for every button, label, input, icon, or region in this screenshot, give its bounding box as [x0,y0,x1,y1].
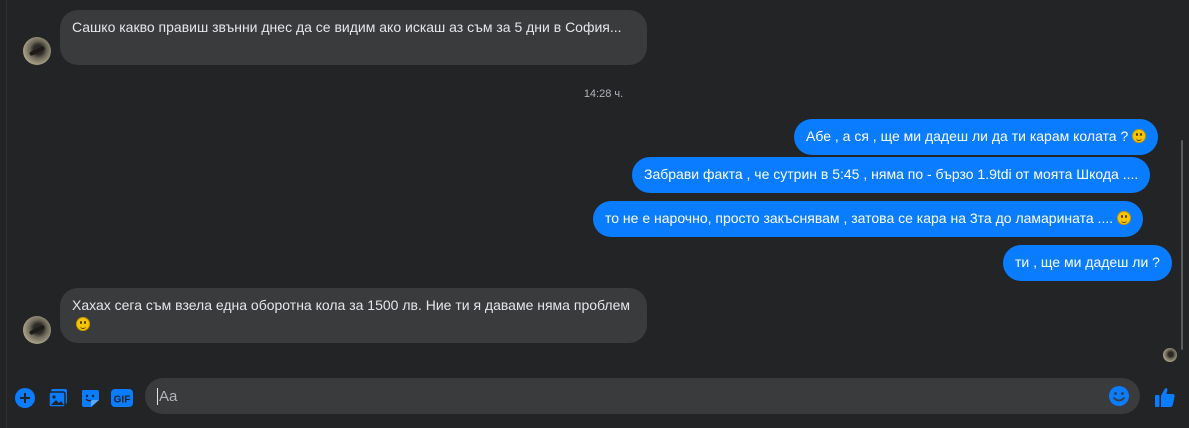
scrollbar-thumb[interactable] [1181,140,1183,350]
contact-avatar[interactable] [23,316,51,344]
seen-receipt-avatar [1163,348,1177,362]
attach-photo-button[interactable] [47,387,69,409]
outgoing-message-bubble[interactable]: то не е нарочно, просто закъснявам , зат… [593,201,1144,237]
gif-icon: GIF [111,389,133,407]
message-text: то не е нарочно, просто закъснявам , зат… [605,210,1114,226]
outgoing-message-bubble[interactable]: Забрави факта , че сутрин в 5:45 , няма … [632,157,1151,193]
outgoing-message-bubble[interactable]: Абе , а ся , ще ми дадеш ли да ти карам … [794,119,1159,155]
smile-emoji-icon [76,317,90,331]
more-actions-button[interactable] [14,387,36,409]
message-text: Абе , а ся , ще ми дадеш ли да ти карам … [806,128,1129,144]
gif-button[interactable]: GIF [111,387,133,409]
message-input-container[interactable] [145,378,1140,414]
message-text: Забрави факта , че сутрин в 5:45 , няма … [644,166,1139,182]
message-input[interactable] [157,387,1089,405]
incoming-message-bubble[interactable]: Сашко какво правиш звънни днес да се вид… [60,10,647,65]
message-timestamp: 14:28 ч. [583,88,624,100]
incoming-message-bubble[interactable]: Хахах сега съм взела една оборотна кола … [60,288,647,343]
smiley-icon [1109,386,1129,406]
message-text: ти , ще ми дадеш ли ? [1015,254,1160,270]
contact-avatar[interactable] [23,37,51,65]
sticker-button[interactable] [79,387,101,409]
message-text: Хахах сега съм взела една оборотна кола … [72,297,630,313]
sticker-icon [82,390,99,407]
thumbs-up-icon [1155,388,1175,407]
svg-text:GIF: GIF [114,395,131,406]
image-icon [48,389,67,408]
outgoing-message-bubble[interactable]: ти , ще ми дадеш ли ? [1003,245,1172,281]
message-composer: GIF [0,370,1189,428]
message-text: Сашко какво правиш звънни днес да се вид… [72,19,622,35]
plus-circle-icon [15,388,35,408]
like-button[interactable] [1153,385,1177,409]
emoji-picker-button[interactable] [1108,385,1130,407]
wink-emoji-icon [1117,211,1132,225]
smile-emoji-icon [1132,129,1147,143]
left-divider [6,0,7,428]
